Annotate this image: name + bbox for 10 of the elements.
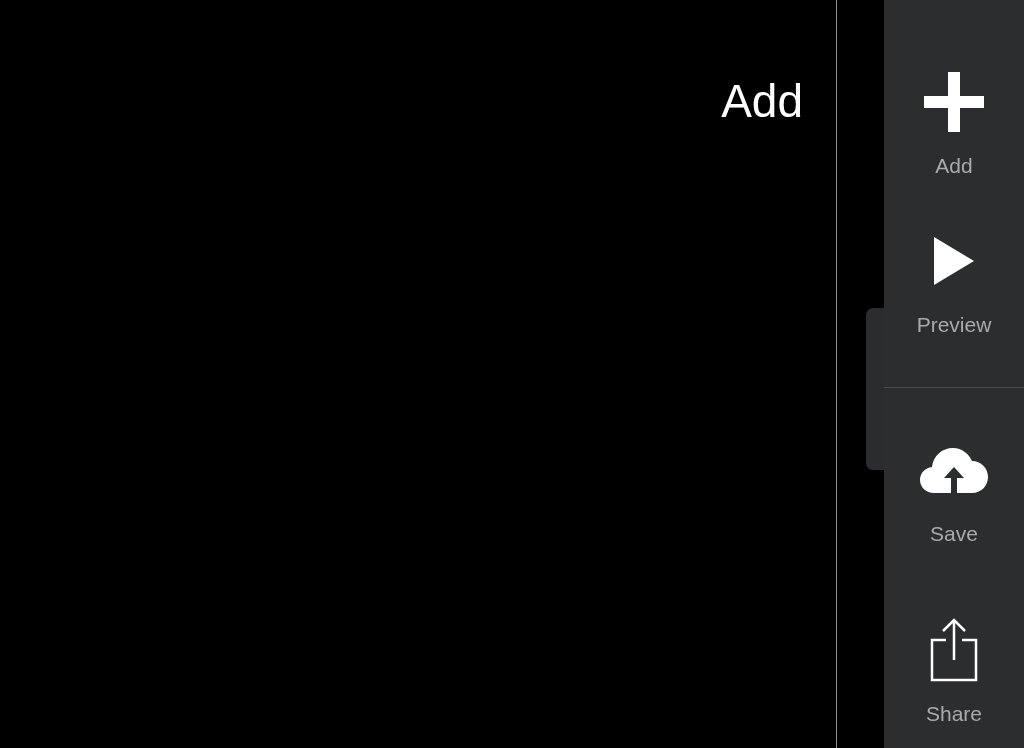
play-icon [934, 236, 974, 285]
drawer-handle[interactable] [866, 308, 884, 470]
toolbar-button[interactable]: Preview [884, 228, 1024, 387]
toolbar-button[interactable]: Share [884, 618, 1024, 748]
page-title: Add [721, 75, 803, 127]
plus-icon [924, 72, 984, 132]
toolbar-button[interactable]: Add [884, 70, 1024, 229]
toolbar-button[interactable]: Save [884, 438, 1024, 618]
share-icon [930, 618, 978, 682]
cloud-upload-icon [920, 447, 988, 493]
